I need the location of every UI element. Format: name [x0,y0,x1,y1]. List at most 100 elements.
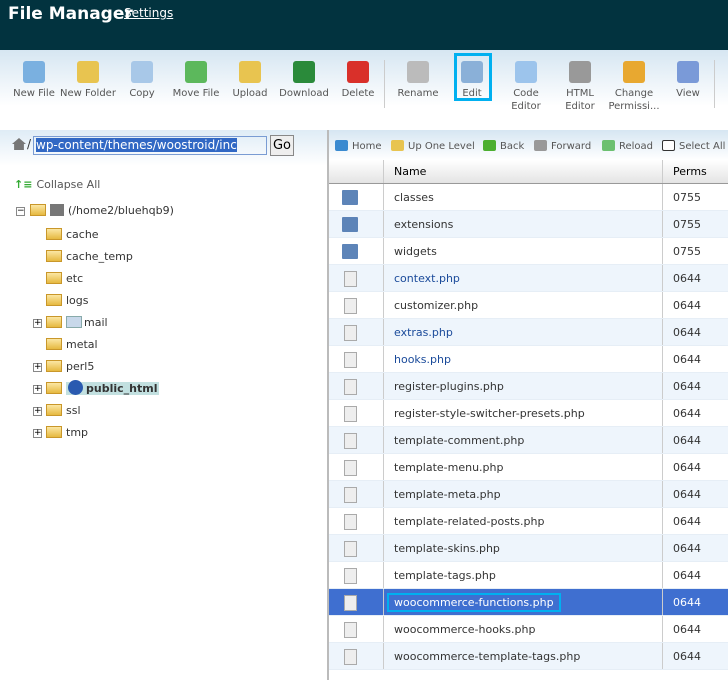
table-row[interactable]: template-tags.php 0644 [329,562,728,589]
navigation-bar: Home Up One Level Back Forward Reload Select … [329,130,728,160]
tree-item-perl5[interactable]: perl5 [46,358,94,376]
tree-item-public_html[interactable]: public_html [46,380,160,398]
tree-item-tmp[interactable]: tmp [46,424,88,442]
file-name[interactable]: hooks.php [394,346,451,373]
download-button[interactable]: Download [276,58,332,100]
table-row[interactable]: template-related-posts.php 0644 [329,508,728,535]
file-name[interactable]: extensions [394,211,453,238]
file-name[interactable]: customizer.php [394,292,478,319]
change-permissi-button[interactable]: Change Permissi... [606,58,662,113]
file-name[interactable]: widgets [394,238,437,265]
delete-button[interactable]: Delete [330,58,386,100]
file-icon [344,541,357,557]
table-row[interactable]: template-meta.php 0644 [329,481,728,508]
reload-button[interactable]: Reload [602,140,653,152]
file-name[interactable]: template-related-posts.php [394,508,544,535]
folder-icon [46,404,62,416]
table-row[interactable]: widgets 0755 [329,238,728,265]
file-name[interactable]: register-plugins.php [394,373,504,400]
table-row[interactable]: extensions 0755 [329,211,728,238]
expand-toggle[interactable]: + [33,385,42,394]
forward-button[interactable]: Forward [534,140,591,152]
file-name[interactable]: extras.php [394,319,453,346]
settings-link[interactable]: Settings [124,6,173,20]
collapse-toggle[interactable]: − [16,207,25,216]
up-one-level-button[interactable]: Up One Level [391,140,475,152]
table-row[interactable]: woocommerce-functions.php 0644 [329,589,728,616]
table-row[interactable]: hooks.php 0644 [329,346,728,373]
file-name[interactable]: template-meta.php [394,481,501,508]
table-row[interactable]: classes 0755 [329,184,728,211]
html-editor-button[interactable]: HTML Editor [552,58,608,113]
code-editor-button[interactable]: Code Editor [498,58,554,113]
expand-toggle[interactable]: + [33,363,42,372]
new-file-button[interactable]: New File [6,58,62,100]
home-button[interactable]: Home [335,140,382,152]
select-all-button[interactable]: Select All [662,140,725,152]
table-row[interactable]: woocommerce-hooks.php 0644 [329,616,728,643]
home-icon [335,140,348,151]
file-perms: 0644 [673,650,701,663]
file-name[interactable]: classes [394,184,434,211]
tree-item-cache_temp[interactable]: cache_temp [46,248,133,266]
table-row[interactable]: register-style-switcher-presets.php 0644 [329,400,728,427]
file-icon [344,460,357,476]
file-name[interactable]: register-style-switcher-presets.php [394,400,585,427]
file-name[interactable]: woocommerce-functions.php [387,589,561,616]
table-row[interactable]: context.php 0644 [329,265,728,292]
file-perms: 0644 [673,623,701,636]
tree-item-etc[interactable]: etc [46,270,83,288]
path-input[interactable]: wp-content/themes/woostroid/inc [33,136,267,155]
back-button[interactable]: Back [483,140,524,152]
rename-icon [407,61,429,83]
file-name[interactable]: template-skins.php [394,535,500,562]
file-name[interactable]: template-menu.php [394,454,503,481]
tree-item-mail[interactable]: mail [46,314,108,332]
copy-button[interactable]: Copy [114,58,170,100]
file-icon [344,433,357,449]
upload-button[interactable]: Upload [222,58,278,100]
tree-item-ssl[interactable]: ssl [46,402,81,420]
expand-toggle[interactable]: + [33,407,42,416]
table-row[interactable]: extras.php 0644 [329,319,728,346]
file-icon [344,325,357,341]
table-row[interactable]: woocommerce-template-tags.php 0644 [329,643,728,670]
app-title: File Manager [8,4,133,24]
table-row[interactable]: template-menu.php 0644 [329,454,728,481]
table-row[interactable]: template-skins.php 0644 [329,535,728,562]
toolbar-separator [714,60,715,108]
tree-item-logs[interactable]: logs [46,292,89,310]
file-perms: 0644 [673,272,701,285]
file-icon [344,649,357,665]
tree-item-cache[interactable]: cache [46,226,99,244]
globe-icon [68,380,83,395]
rename-button[interactable]: Rename [390,58,446,100]
file-name[interactable]: template-comment.php [394,427,524,454]
file-perms: 0755 [673,218,701,231]
home-icon[interactable] [12,138,26,150]
folder-icon [342,217,358,232]
file-icon [344,487,357,503]
file-name[interactable]: woocommerce-hooks.php [394,616,535,643]
file-name[interactable]: context.php [394,265,460,292]
table-row[interactable]: register-plugins.php 0644 [329,373,728,400]
file-name[interactable]: template-tags.php [394,562,496,589]
expand-toggle[interactable]: + [33,319,42,328]
go-button[interactable]: Go [270,135,294,156]
collapse-all-button[interactable]: ↑≡ Collapse All [14,178,100,191]
table-row[interactable]: template-comment.php 0644 [329,427,728,454]
column-name[interactable]: Name [394,160,426,184]
table-row[interactable]: customizer.php 0644 [329,292,728,319]
tree-root[interactable]: − (/home2/bluehqb9) [16,202,174,220]
file-perms: 0755 [673,245,701,258]
file-name[interactable]: woocommerce-template-tags.php [394,643,580,670]
column-perms[interactable]: Perms [673,160,707,184]
folder-icon [46,316,62,328]
tree-item-metal[interactable]: metal [46,336,98,354]
edit-highlight [454,53,492,101]
table-header: Name Perms [329,160,728,184]
expand-toggle[interactable]: + [33,429,42,438]
view-button[interactable]: View [660,58,716,100]
move-file-button[interactable]: Move File [168,58,224,100]
new-folder-button[interactable]: New Folder [60,58,116,100]
